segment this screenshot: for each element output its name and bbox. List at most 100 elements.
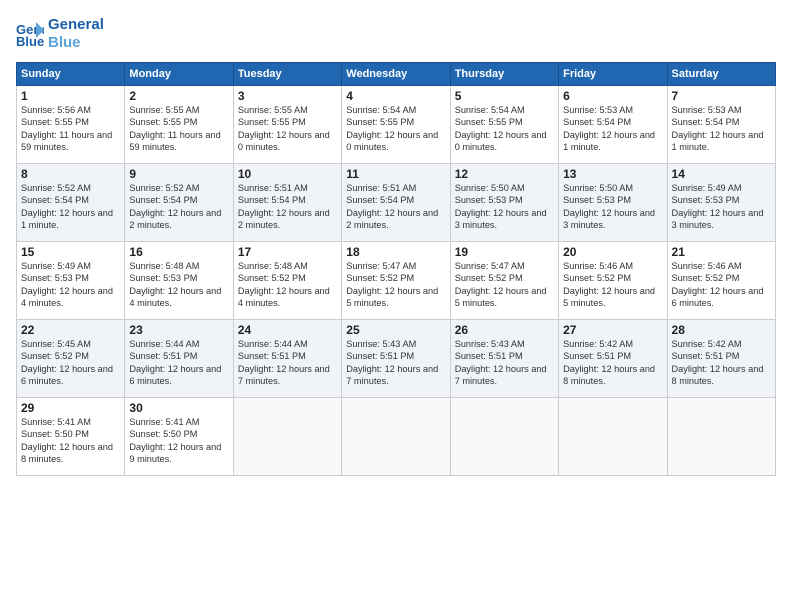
day-info: Sunrise: 5:47 AMSunset: 5:52 PMDaylight:… bbox=[346, 261, 438, 308]
calendar-cell: 15 Sunrise: 5:49 AMSunset: 5:53 PMDaylig… bbox=[17, 242, 125, 320]
calendar-cell: 7 Sunrise: 5:53 AMSunset: 5:54 PMDayligh… bbox=[667, 86, 775, 164]
day-info: Sunrise: 5:50 AMSunset: 5:53 PMDaylight:… bbox=[455, 183, 547, 230]
day-info: Sunrise: 5:42 AMSunset: 5:51 PMDaylight:… bbox=[563, 339, 655, 386]
day-number: 17 bbox=[238, 245, 337, 259]
calendar-cell bbox=[559, 398, 667, 476]
calendar-cell bbox=[342, 398, 450, 476]
col-sunday: Sunday bbox=[17, 63, 125, 86]
day-info: Sunrise: 5:44 AMSunset: 5:51 PMDaylight:… bbox=[238, 339, 330, 386]
day-number: 26 bbox=[455, 323, 554, 337]
day-info: Sunrise: 5:54 AMSunset: 5:55 PMDaylight:… bbox=[455, 105, 547, 152]
calendar-cell: 13 Sunrise: 5:50 AMSunset: 5:53 PMDaylig… bbox=[559, 164, 667, 242]
calendar-cell: 14 Sunrise: 5:49 AMSunset: 5:53 PMDaylig… bbox=[667, 164, 775, 242]
calendar-cell: 27 Sunrise: 5:42 AMSunset: 5:51 PMDaylig… bbox=[559, 320, 667, 398]
day-number: 24 bbox=[238, 323, 337, 337]
calendar-cell: 1 Sunrise: 5:56 AMSunset: 5:55 PMDayligh… bbox=[17, 86, 125, 164]
calendar-cell: 30 Sunrise: 5:41 AMSunset: 5:50 PMDaylig… bbox=[125, 398, 233, 476]
col-thursday: Thursday bbox=[450, 63, 558, 86]
day-number: 29 bbox=[21, 401, 120, 415]
calendar-cell: 11 Sunrise: 5:51 AMSunset: 5:54 PMDaylig… bbox=[342, 164, 450, 242]
logo-text: General bbox=[48, 16, 104, 34]
col-wednesday: Wednesday bbox=[342, 63, 450, 86]
day-number: 5 bbox=[455, 89, 554, 103]
calendar-cell: 20 Sunrise: 5:46 AMSunset: 5:52 PMDaylig… bbox=[559, 242, 667, 320]
day-info: Sunrise: 5:50 AMSunset: 5:53 PMDaylight:… bbox=[563, 183, 655, 230]
day-number: 14 bbox=[672, 167, 771, 181]
col-tuesday: Tuesday bbox=[233, 63, 341, 86]
svg-text:Blue: Blue bbox=[16, 34, 44, 48]
calendar-cell bbox=[233, 398, 341, 476]
day-number: 1 bbox=[21, 89, 120, 103]
page: General Blue General Blue Sunday Monday … bbox=[0, 0, 792, 612]
day-number: 2 bbox=[129, 89, 228, 103]
logo: General Blue General Blue bbox=[16, 16, 104, 52]
calendar-cell: 28 Sunrise: 5:42 AMSunset: 5:51 PMDaylig… bbox=[667, 320, 775, 398]
col-monday: Monday bbox=[125, 63, 233, 86]
calendar-cell: 18 Sunrise: 5:47 AMSunset: 5:52 PMDaylig… bbox=[342, 242, 450, 320]
calendar-cell: 17 Sunrise: 5:48 AMSunset: 5:52 PMDaylig… bbox=[233, 242, 341, 320]
calendar-cell: 23 Sunrise: 5:44 AMSunset: 5:51 PMDaylig… bbox=[125, 320, 233, 398]
calendar-cell: 9 Sunrise: 5:52 AMSunset: 5:54 PMDayligh… bbox=[125, 164, 233, 242]
day-info: Sunrise: 5:47 AMSunset: 5:52 PMDaylight:… bbox=[455, 261, 547, 308]
day-info: Sunrise: 5:43 AMSunset: 5:51 PMDaylight:… bbox=[455, 339, 547, 386]
calendar-cell: 4 Sunrise: 5:54 AMSunset: 5:55 PMDayligh… bbox=[342, 86, 450, 164]
calendar-cell: 10 Sunrise: 5:51 AMSunset: 5:54 PMDaylig… bbox=[233, 164, 341, 242]
day-number: 22 bbox=[21, 323, 120, 337]
day-info: Sunrise: 5:42 AMSunset: 5:51 PMDaylight:… bbox=[672, 339, 764, 386]
calendar-row-1: 1 Sunrise: 5:56 AMSunset: 5:55 PMDayligh… bbox=[17, 86, 776, 164]
calendar-cell: 2 Sunrise: 5:55 AMSunset: 5:55 PMDayligh… bbox=[125, 86, 233, 164]
calendar-cell: 25 Sunrise: 5:43 AMSunset: 5:51 PMDaylig… bbox=[342, 320, 450, 398]
day-info: Sunrise: 5:41 AMSunset: 5:50 PMDaylight:… bbox=[129, 417, 221, 464]
col-saturday: Saturday bbox=[667, 63, 775, 86]
day-number: 4 bbox=[346, 89, 445, 103]
day-info: Sunrise: 5:49 AMSunset: 5:53 PMDaylight:… bbox=[21, 261, 113, 308]
day-number: 3 bbox=[238, 89, 337, 103]
day-info: Sunrise: 5:45 AMSunset: 5:52 PMDaylight:… bbox=[21, 339, 113, 386]
day-info: Sunrise: 5:48 AMSunset: 5:52 PMDaylight:… bbox=[238, 261, 330, 308]
day-number: 7 bbox=[672, 89, 771, 103]
calendar-table: Sunday Monday Tuesday Wednesday Thursday… bbox=[16, 62, 776, 476]
calendar-cell: 24 Sunrise: 5:44 AMSunset: 5:51 PMDaylig… bbox=[233, 320, 341, 398]
day-number: 27 bbox=[563, 323, 662, 337]
day-info: Sunrise: 5:52 AMSunset: 5:54 PMDaylight:… bbox=[21, 183, 113, 230]
day-number: 13 bbox=[563, 167, 662, 181]
logo-subtext: Blue bbox=[48, 34, 104, 52]
day-info: Sunrise: 5:52 AMSunset: 5:54 PMDaylight:… bbox=[129, 183, 221, 230]
calendar-header-row: Sunday Monday Tuesday Wednesday Thursday… bbox=[17, 63, 776, 86]
calendar-cell: 16 Sunrise: 5:48 AMSunset: 5:53 PMDaylig… bbox=[125, 242, 233, 320]
col-friday: Friday bbox=[559, 63, 667, 86]
day-number: 12 bbox=[455, 167, 554, 181]
day-info: Sunrise: 5:54 AMSunset: 5:55 PMDaylight:… bbox=[346, 105, 438, 152]
day-number: 16 bbox=[129, 245, 228, 259]
calendar-cell: 26 Sunrise: 5:43 AMSunset: 5:51 PMDaylig… bbox=[450, 320, 558, 398]
day-info: Sunrise: 5:46 AMSunset: 5:52 PMDaylight:… bbox=[672, 261, 764, 308]
day-number: 23 bbox=[129, 323, 228, 337]
day-number: 8 bbox=[21, 167, 120, 181]
day-number: 21 bbox=[672, 245, 771, 259]
calendar-row-2: 8 Sunrise: 5:52 AMSunset: 5:54 PMDayligh… bbox=[17, 164, 776, 242]
calendar-cell: 21 Sunrise: 5:46 AMSunset: 5:52 PMDaylig… bbox=[667, 242, 775, 320]
calendar-cell: 12 Sunrise: 5:50 AMSunset: 5:53 PMDaylig… bbox=[450, 164, 558, 242]
day-number: 6 bbox=[563, 89, 662, 103]
day-info: Sunrise: 5:51 AMSunset: 5:54 PMDaylight:… bbox=[238, 183, 330, 230]
day-info: Sunrise: 5:55 AMSunset: 5:55 PMDaylight:… bbox=[238, 105, 330, 152]
day-number: 10 bbox=[238, 167, 337, 181]
calendar-cell bbox=[667, 398, 775, 476]
day-number: 11 bbox=[346, 167, 445, 181]
day-number: 19 bbox=[455, 245, 554, 259]
calendar-cell: 5 Sunrise: 5:54 AMSunset: 5:55 PMDayligh… bbox=[450, 86, 558, 164]
day-info: Sunrise: 5:51 AMSunset: 5:54 PMDaylight:… bbox=[346, 183, 438, 230]
calendar-cell: 8 Sunrise: 5:52 AMSunset: 5:54 PMDayligh… bbox=[17, 164, 125, 242]
day-info: Sunrise: 5:53 AMSunset: 5:54 PMDaylight:… bbox=[563, 105, 655, 152]
day-number: 15 bbox=[21, 245, 120, 259]
day-number: 20 bbox=[563, 245, 662, 259]
day-info: Sunrise: 5:46 AMSunset: 5:52 PMDaylight:… bbox=[563, 261, 655, 308]
day-number: 9 bbox=[129, 167, 228, 181]
calendar-cell: 22 Sunrise: 5:45 AMSunset: 5:52 PMDaylig… bbox=[17, 320, 125, 398]
logo-icon: General Blue bbox=[16, 20, 44, 48]
calendar-cell: 6 Sunrise: 5:53 AMSunset: 5:54 PMDayligh… bbox=[559, 86, 667, 164]
calendar-cell bbox=[450, 398, 558, 476]
header: General Blue General Blue bbox=[16, 16, 776, 52]
day-info: Sunrise: 5:49 AMSunset: 5:53 PMDaylight:… bbox=[672, 183, 764, 230]
day-info: Sunrise: 5:55 AMSunset: 5:55 PMDaylight:… bbox=[129, 105, 220, 152]
